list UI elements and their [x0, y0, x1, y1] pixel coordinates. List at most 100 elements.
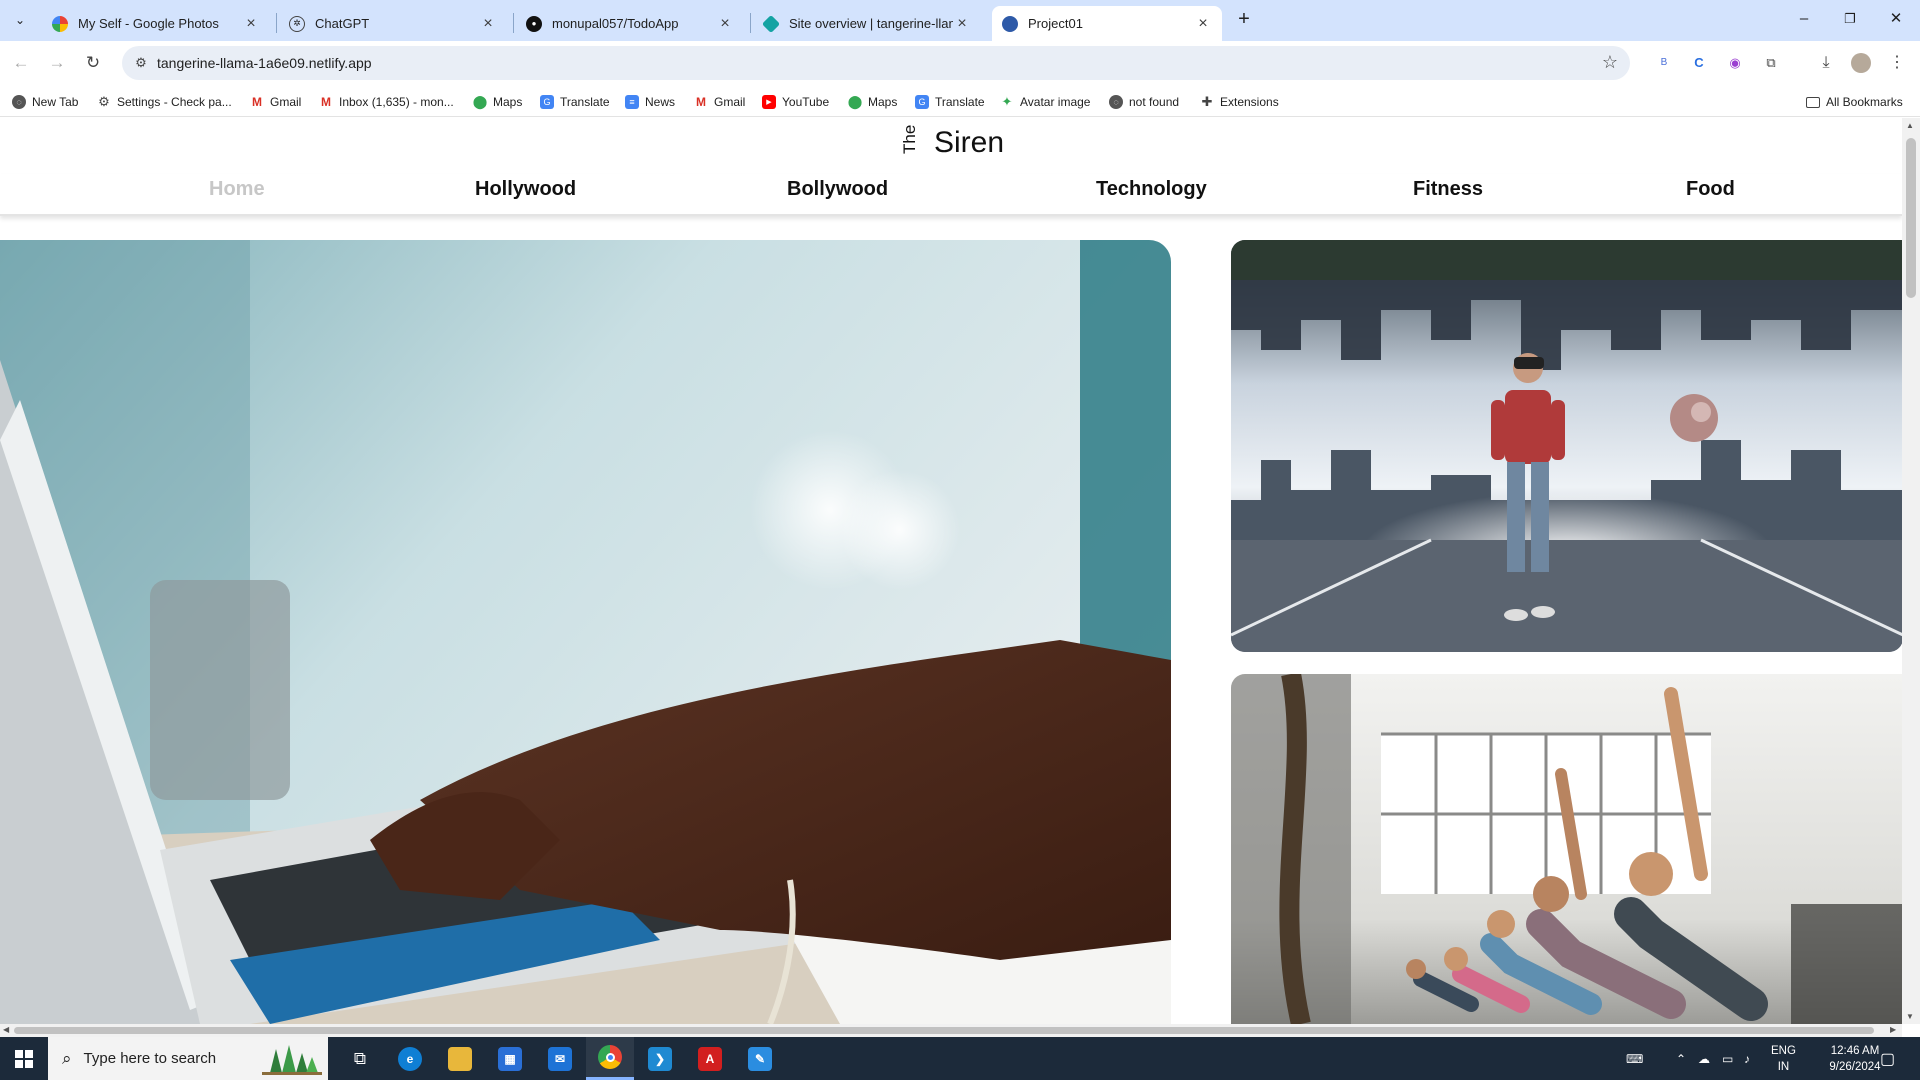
back-arrow-icon[interactable]: ←	[9, 51, 33, 75]
bookmark-item[interactable]: G Translate	[540, 93, 610, 111]
bookmark-label: Extensions	[1220, 95, 1279, 109]
bookmark-star-icon[interactable]: ☆	[1602, 52, 1618, 73]
clock-time: 12:46 AM	[1830, 1045, 1880, 1057]
site-info-icon[interactable]: ⚙	[132, 54, 150, 72]
horizontal-scrollbar[interactable]: ◀ ▶	[0, 1024, 1902, 1037]
url-text[interactable]: tangerine-llama-1a6e09.netlify.app	[157, 55, 372, 71]
store-icon[interactable]: ▦	[486, 1037, 534, 1080]
fitness-illustration	[1231, 674, 1902, 1024]
maps-icon: ⬤	[847, 94, 863, 109]
profile-avatar[interactable]	[1850, 52, 1872, 74]
bookmark-item[interactable]: M Gmail	[694, 93, 745, 111]
volume-icon[interactable]: ♪	[1744, 1037, 1750, 1080]
scroll-left-icon[interactable]: ◀	[3, 1025, 9, 1034]
start-button[interactable]	[0, 1037, 48, 1080]
gear-icon: ⚙	[98, 94, 110, 109]
nav-fitness[interactable]: Fitness	[1413, 178, 1483, 201]
nav-home[interactable]: Home	[209, 178, 265, 201]
taskbar-search-box[interactable]: ⌕ Type here to search	[48, 1037, 328, 1080]
mail-icon[interactable]: ✉	[536, 1037, 584, 1080]
hero-illustration	[0, 240, 1171, 1024]
task-view-icon[interactable]: ⧉	[336, 1037, 384, 1080]
extension-c-icon[interactable]: C	[1688, 52, 1710, 74]
bookmark-item[interactable]: ◌ not found	[1109, 93, 1179, 111]
tab-title: My Self - Google Photos	[78, 16, 219, 31]
close-tab-icon[interactable]: ×	[953, 15, 971, 33]
keyboard-icon[interactable]: ⌨	[1626, 1037, 1643, 1080]
close-tab-icon[interactable]: ×	[242, 15, 260, 33]
language-indicator[interactable]: ENG IN	[1771, 1043, 1796, 1075]
bookmark-item[interactable]: ✦ Avatar image	[1000, 93, 1091, 111]
extension-b-icon[interactable]: B	[1653, 52, 1675, 74]
system-clock[interactable]: 12:46 AM 9/26/2024	[1822, 1043, 1888, 1075]
file-explorer-icon[interactable]	[436, 1037, 484, 1080]
bookmark-label: Inbox (1,635) - mon...	[339, 95, 454, 109]
paint-icon[interactable]: ✎	[736, 1037, 784, 1080]
bookmark-item[interactable]: G Translate	[915, 93, 985, 111]
vscode-icon[interactable]: ❯	[636, 1037, 684, 1080]
network-icon[interactable]: ▭	[1722, 1037, 1733, 1080]
card-image-fitness[interactable]	[1231, 674, 1902, 1024]
browser-menu-icon[interactable]: ⋮	[1886, 52, 1908, 74]
download-icon[interactable]: ⤓	[1815, 52, 1837, 74]
tab-github[interactable]: ● monupal057/TodoApp ×	[516, 6, 744, 41]
vertical-scroll-thumb[interactable]	[1906, 138, 1916, 298]
bookmark-item[interactable]: ⚙ Settings - Check pa...	[97, 93, 232, 111]
show-hidden-icons-chevron-icon[interactable]: ⌃	[1676, 1037, 1686, 1080]
horizontal-scroll-thumb[interactable]	[14, 1027, 1874, 1034]
scroll-up-icon[interactable]: ▲	[1906, 121, 1914, 130]
chrome-icon[interactable]	[586, 1037, 634, 1080]
vertical-scrollbar[interactable]: ▲ ▼	[1902, 118, 1920, 1024]
nav-hollywood[interactable]: Hollywood	[475, 178, 576, 201]
gmail-icon: M	[321, 95, 331, 109]
nav-technology[interactable]: Technology	[1096, 178, 1207, 201]
notification-center-icon[interactable]: ▢	[1880, 1037, 1895, 1080]
onedrive-icon[interactable]: ☁	[1698, 1037, 1710, 1080]
forward-arrow-icon[interactable]: →	[45, 51, 69, 75]
bookmark-item[interactable]: ✚ Extensions	[1200, 93, 1279, 111]
all-bookmarks-label: All Bookmarks	[1826, 95, 1903, 109]
reload-icon[interactable]: ↻	[81, 51, 105, 75]
bookmark-item[interactable]: ⬤ Maps	[847, 93, 898, 111]
bookmark-item[interactable]: M Gmail	[250, 93, 301, 111]
scroll-right-icon[interactable]: ▶	[1890, 1025, 1896, 1034]
tab-chatgpt[interactable]: ✲ ChatGPT ×	[279, 6, 507, 41]
language-code: ENG	[1771, 1045, 1796, 1057]
tab-title: monupal057/TodoApp	[552, 16, 679, 31]
bookmark-item[interactable]: ◌ New Tab	[12, 93, 78, 111]
translate-icon: G	[540, 95, 554, 109]
bookmark-item[interactable]: ▶ YouTube	[762, 93, 829, 111]
nav-food[interactable]: Food	[1686, 178, 1735, 201]
card-image-vr[interactable]	[1231, 240, 1902, 652]
close-tab-icon[interactable]: ×	[1194, 15, 1212, 33]
extension-radio-icon[interactable]: ◉	[1724, 52, 1746, 74]
minimize-icon[interactable]: –	[1792, 8, 1816, 32]
new-tab-plus-icon[interactable]: +	[1232, 8, 1256, 32]
extensions-puzzle-icon[interactable]: ⧉	[1760, 52, 1782, 74]
tab-search-chevron-icon[interactable]: ⌄	[8, 8, 32, 32]
nav-bollywood[interactable]: Bollywood	[787, 178, 888, 201]
acrobat-icon[interactable]: A	[686, 1037, 734, 1080]
close-window-icon[interactable]: ✕	[1884, 8, 1908, 32]
bookmark-item[interactable]: ≡ News	[625, 93, 675, 111]
bookmark-item[interactable]: M Inbox (1,635) - mon...	[319, 93, 454, 111]
hero-image-laptop[interactable]	[0, 240, 1171, 1024]
bookmark-label: Maps	[868, 95, 898, 109]
address-bar[interactable]: ⚙ tangerine-llama-1a6e09.netlify.app ☆	[122, 46, 1630, 80]
bookmark-item[interactable]: ⬤ Maps	[472, 93, 523, 111]
all-bookmarks-folder[interactable]: All Bookmarks	[1806, 93, 1903, 111]
tab-project01[interactable]: Project01 ×	[992, 6, 1222, 41]
tab-netlify[interactable]: Site overview | tangerine-llam ×	[753, 6, 981, 41]
tab-google-photos[interactable]: My Self - Google Photos ×	[42, 6, 270, 41]
edge-icon[interactable]: e	[386, 1037, 434, 1080]
close-tab-icon[interactable]: ×	[479, 15, 497, 33]
tab-divider	[276, 13, 277, 33]
browser-toolbar: ← → ↻ ⚙ tangerine-llama-1a6e09.netlify.a…	[0, 41, 1920, 85]
close-tab-icon[interactable]: ×	[716, 15, 734, 33]
tab-divider	[513, 13, 514, 33]
search-icon: ⌕	[62, 1048, 72, 1068]
scroll-down-icon[interactable]: ▼	[1906, 1012, 1914, 1021]
maps-icon: ⬤	[472, 94, 488, 109]
bookmark-label: Translate	[560, 95, 610, 109]
restore-icon[interactable]: ❐	[1838, 8, 1862, 32]
